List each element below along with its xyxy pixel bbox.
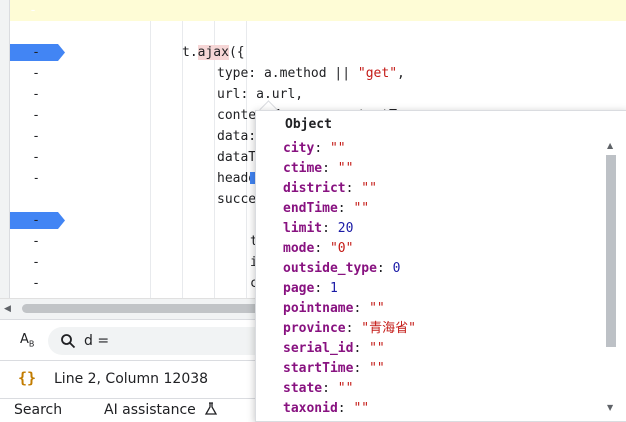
property-value: "" [369,341,385,356]
property-name: state [283,381,323,396]
property-row[interactable]: province: "青海省" [283,319,416,339]
property-row[interactable]: ctime: "" [283,159,353,179]
property-name: city [283,141,315,156]
line-mark: - [29,3,37,18]
property-value: 0 [392,261,401,276]
property-row[interactable]: startTime: "" [283,359,385,379]
popover-scrollbar-thumb[interactable] [606,155,616,347]
scroll-down-icon[interactable]: ▼ [607,403,613,412]
code-line[interactable]: - contentType: a.contentType, [10,63,626,123]
property-value: "" [337,381,354,396]
property-name: startTime [283,361,354,376]
left-edge [0,0,10,298]
search-icon [61,334,76,349]
property-value: "" [369,301,385,316]
property-value: "" [337,161,354,176]
code-line[interactable]: - type: a.method || "get", [10,21,626,81]
search-input[interactable] [84,331,274,351]
property-row[interactable]: mode: "0" [283,239,353,259]
property-value: "" [369,361,385,376]
popover-title: Object [285,117,332,132]
scroll-up-icon[interactable]: ▲ [607,141,613,150]
property-name: ctime [283,161,323,176]
property-value: 20 [337,221,354,236]
tab-search[interactable]: Search [14,402,62,418]
object-preview-popover: Object city: "" ctime: "" district: "" endT… [255,110,626,422]
search-field[interactable] [48,327,288,355]
code-line[interactable]: - url: a.url, [10,42,626,102]
property-name: outside_type [283,261,377,276]
property-name: serial_id [283,341,354,356]
property-value: "" [361,181,377,196]
property-value: "0" [329,241,354,256]
property-name: endTime [283,201,338,216]
pretty-print-icon[interactable]: {} [18,369,36,387]
tab-ai-assistance[interactable]: AI assistance [104,402,218,418]
breakpoint-marker[interactable]: - [10,2,66,61]
property-row[interactable]: limit: 20 [283,219,353,239]
scroll-left-icon[interactable]: ◀ [4,304,11,314]
property-row[interactable]: pointname: "" [283,299,385,319]
property-name: limit [283,221,323,236]
property-row[interactable]: city: "" [283,139,346,159]
property-name: mode [283,241,315,256]
cursor-position: Line 2, Column 12038 [54,371,209,387]
property-name: province [283,321,346,336]
property-row[interactable]: taxonid: "" [283,399,369,419]
property-row[interactable]: page: 1 [283,279,338,299]
property-name: page [283,281,315,296]
property-row[interactable]: district: "" [283,179,377,199]
match-case-icon[interactable]: AB [20,332,34,349]
code-line[interactable]: - t.ajax({ [10,0,626,61]
flask-icon [205,402,218,415]
property-name: district [283,181,346,196]
breakpoint-marker[interactable]: - [10,170,66,229]
tab-ai-label: AI assistance [104,402,196,418]
property-name: pointname [283,301,354,316]
property-value: 1 [329,281,338,296]
property-value: "" [353,401,370,416]
line-mark: - [29,171,37,186]
property-value: "" [329,141,346,156]
property-row[interactable]: endTime: "" [283,199,369,219]
popover-scrollbar[interactable]: ▲ ▼ [603,137,619,419]
scrollbar-thumb[interactable] [22,304,262,313]
property-name: taxonid [283,401,338,416]
code-line[interactable]: - data: d, [10,84,626,145]
property-value: "" [353,201,370,216]
property-value: "青海省" [361,321,416,336]
property-row[interactable]: outside_type: 0 [283,259,400,279]
property-row[interactable]: serial_id: "" [283,339,385,359]
property-row[interactable]: state: "" [283,379,353,399]
